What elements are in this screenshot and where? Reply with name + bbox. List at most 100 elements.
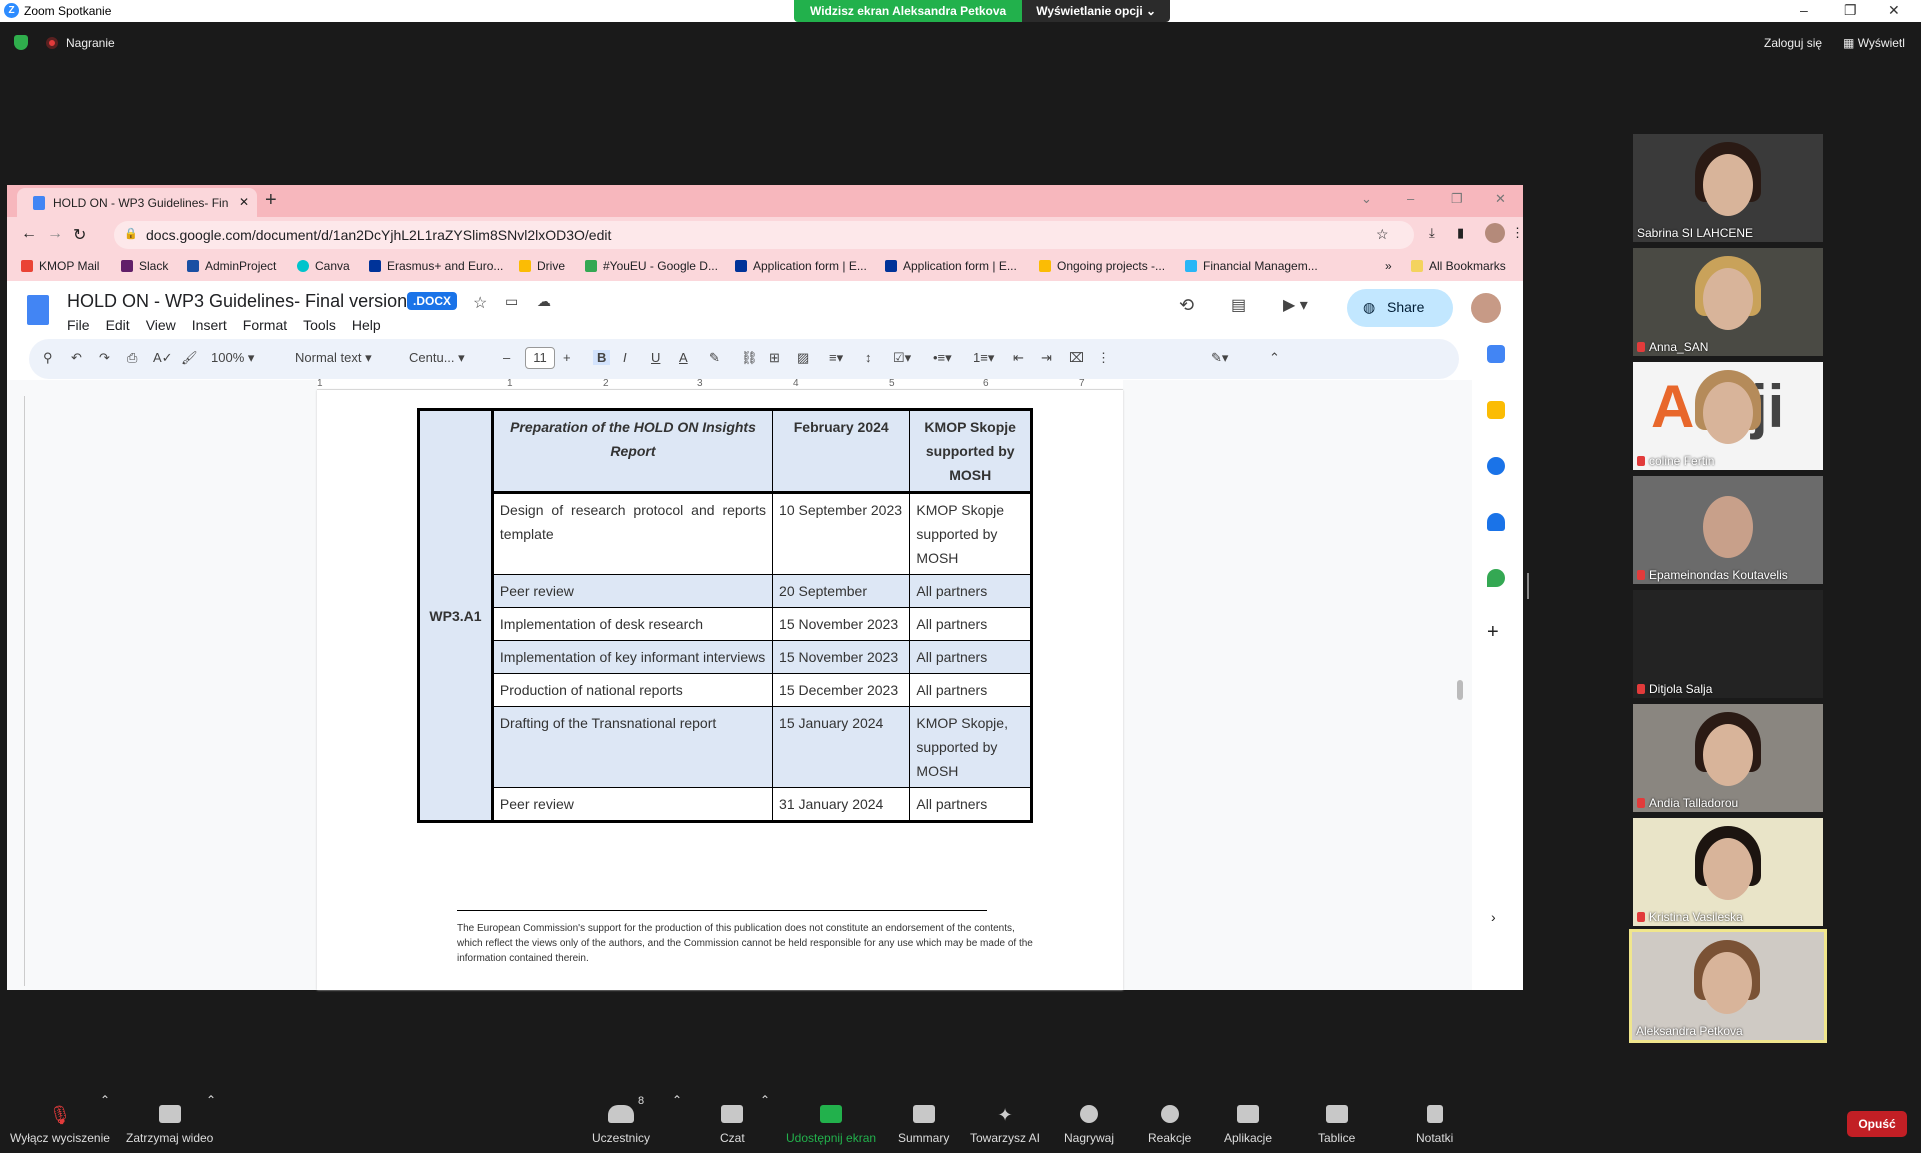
- active-speaker-tile[interactable]: Aleksandra Petkova: [1629, 929, 1827, 1043]
- audio-options-icon[interactable]: ⌃: [100, 1093, 110, 1107]
- participant-tile[interactable]: Ditjola Salja: [1633, 590, 1823, 698]
- participant-tile[interactable]: A ji coline Fertin: [1633, 362, 1823, 470]
- stop-video-button[interactable]: Zatrzymaj wideo: [126, 1105, 213, 1145]
- all-bookmarks[interactable]: All Bookmarks: [1411, 259, 1506, 273]
- browser-restore-icon[interactable]: ❐: [1451, 191, 1463, 207]
- notes-button[interactable]: Notatki: [1416, 1105, 1453, 1145]
- meet-icon[interactable]: ▶ ▾: [1283, 295, 1308, 315]
- bookmark-item[interactable]: Ongoing projects -...: [1039, 259, 1165, 273]
- browser-tab[interactable]: HOLD ON - WP3 Guidelines- Fin ✕: [17, 188, 257, 217]
- bookmark-item[interactable]: Financial Managem...: [1185, 259, 1318, 273]
- version-history-icon[interactable]: ⟲: [1179, 295, 1194, 316]
- scrollbar-thumb[interactable]: [1457, 680, 1463, 700]
- menu-format[interactable]: Format: [243, 317, 287, 333]
- url-field[interactable]: 🔒 docs.google.com/document/d/1an2DcYjhL2…: [114, 221, 1414, 249]
- tasks-icon[interactable]: [1487, 457, 1505, 475]
- participant-tile[interactable]: Epameinondas Koutavelis: [1633, 476, 1823, 584]
- apps-button[interactable]: Aplikacje: [1224, 1105, 1272, 1145]
- panel-resize-handle[interactable]: [1527, 573, 1529, 599]
- more-menu-icon[interactable]: ⋮: [1511, 225, 1524, 241]
- menu-help[interactable]: Help: [352, 317, 381, 333]
- add-comment-icon[interactable]: ⊞: [769, 350, 780, 366]
- bookmark-item[interactable]: Erasmus+ and Euro...: [369, 259, 503, 273]
- reactions-button[interactable]: Reakcje: [1148, 1105, 1191, 1145]
- contacts-icon[interactable]: [1487, 513, 1505, 531]
- bookmark-item[interactable]: Application form | E...: [735, 259, 867, 273]
- side-panel-icon[interactable]: ▮: [1457, 225, 1464, 241]
- share-screen-button[interactable]: Udostępnij ekran: [786, 1105, 876, 1145]
- minimize-icon[interactable]: –: [1800, 2, 1808, 18]
- maps-icon[interactable]: [1487, 569, 1505, 587]
- font-select[interactable]: Centu... ▾: [409, 350, 465, 366]
- undo-icon[interactable]: ↶: [71, 350, 82, 366]
- calendar-icon[interactable]: [1487, 345, 1505, 363]
- participant-tile[interactable]: Andia Talladorou: [1633, 704, 1823, 812]
- comments-icon[interactable]: ▤: [1231, 295, 1246, 315]
- checklist-icon[interactable]: ☑▾: [893, 350, 911, 366]
- spellcheck-icon[interactable]: A✓: [153, 350, 173, 366]
- reload-icon[interactable]: ↻: [73, 225, 86, 245]
- menu-tools[interactable]: Tools: [303, 317, 336, 333]
- cloud-status-icon[interactable]: ☁: [537, 293, 551, 310]
- profile-avatar[interactable]: [1485, 223, 1505, 243]
- bullet-list-icon[interactable]: •≡▾: [933, 350, 952, 366]
- bold-icon[interactable]: B: [593, 350, 611, 365]
- unmute-button[interactable]: 🎙 Wyłącz wyciszenie: [10, 1105, 110, 1145]
- bookmark-item[interactable]: Application form | E...: [885, 259, 1017, 273]
- participant-tile[interactable]: Kristina Vasileska: [1633, 818, 1823, 926]
- account-avatar[interactable]: [1471, 293, 1501, 323]
- ai-companion-button[interactable]: ✦ Towarzysz AI: [970, 1105, 1040, 1145]
- link-icon[interactable]: ⛓: [741, 350, 758, 366]
- line-spacing-icon[interactable]: ↕: [865, 350, 872, 365]
- move-folder-icon[interactable]: ▭: [505, 293, 518, 310]
- align-icon[interactable]: ≡▾: [829, 350, 843, 366]
- menu-edit[interactable]: Edit: [106, 317, 130, 333]
- security-shield-icon[interactable]: [14, 35, 28, 50]
- tab-close-icon[interactable]: ✕: [239, 195, 249, 209]
- paint-format-icon[interactable]: 🖌: [181, 350, 198, 366]
- view-options-button[interactable]: Wyświetlanie opcji ⌄: [1022, 0, 1171, 22]
- bookmark-item[interactable]: KMOP Mail: [21, 259, 99, 273]
- new-tab-icon[interactable]: +: [265, 189, 277, 212]
- font-size-input[interactable]: 11: [525, 347, 555, 369]
- record-button[interactable]: Nagrywaj: [1064, 1105, 1114, 1145]
- star-icon[interactable]: ☆: [473, 293, 487, 313]
- summary-button[interactable]: Summary: [898, 1105, 949, 1145]
- leave-button[interactable]: Opuść: [1847, 1111, 1907, 1137]
- document-page[interactable]: WP3.A1 Preparation of the HOLD ON Insigh…: [317, 390, 1123, 990]
- star-icon[interactable]: ☆: [1376, 226, 1389, 243]
- increase-font-icon[interactable]: +: [563, 350, 571, 365]
- view-button[interactable]: ▦ Wyświetl: [1843, 36, 1905, 50]
- decrease-font-icon[interactable]: –: [503, 350, 510, 365]
- increase-indent-icon[interactable]: ⇥: [1041, 350, 1052, 366]
- chat-options-icon[interactable]: ⌃: [760, 1093, 770, 1107]
- bookmark-item[interactable]: Canva: [297, 259, 350, 273]
- bookmark-item[interactable]: AdminProject: [187, 259, 276, 273]
- maximize-icon[interactable]: ❐: [1844, 2, 1857, 19]
- browser-close-icon[interactable]: ✕: [1495, 191, 1506, 207]
- highlight-icon[interactable]: ✎: [709, 350, 720, 366]
- expand-panel-icon[interactable]: ›: [1491, 909, 1496, 925]
- bookmark-item[interactable]: Slack: [121, 259, 168, 273]
- whiteboards-button[interactable]: Tablice: [1318, 1105, 1355, 1145]
- tab-search-icon[interactable]: ⌄: [1361, 191, 1372, 207]
- chat-button[interactable]: Czat: [720, 1105, 745, 1145]
- back-icon[interactable]: ←: [21, 225, 37, 243]
- add-addon-icon[interactable]: +: [1487, 621, 1499, 644]
- document-title[interactable]: HOLD ON - WP3 Guidelines- Final version: [67, 291, 407, 312]
- bookmark-item[interactable]: #YouEU - Google D...: [585, 259, 718, 273]
- close-icon[interactable]: ✕: [1888, 2, 1900, 19]
- insert-image-icon[interactable]: ▨: [797, 350, 809, 366]
- share-button[interactable]: ◍ Share: [1347, 289, 1453, 327]
- participant-tile[interactable]: Anna_SAN: [1633, 248, 1823, 356]
- browser-minimize-icon[interactable]: –: [1407, 191, 1414, 206]
- forward-icon[interactable]: →: [47, 225, 63, 243]
- underline-icon[interactable]: U: [651, 350, 660, 365]
- participant-tile[interactable]: Sabrina SI LAHCENE: [1633, 134, 1823, 242]
- keep-icon[interactable]: [1487, 401, 1505, 419]
- menu-view[interactable]: View: [146, 317, 176, 333]
- participants-button[interactable]: Uczestnicy: [592, 1105, 650, 1145]
- collapse-menus-icon[interactable]: ⌃: [1269, 350, 1280, 366]
- bookmark-item[interactable]: Drive: [519, 259, 565, 273]
- numbered-list-icon[interactable]: 1≡▾: [973, 350, 994, 366]
